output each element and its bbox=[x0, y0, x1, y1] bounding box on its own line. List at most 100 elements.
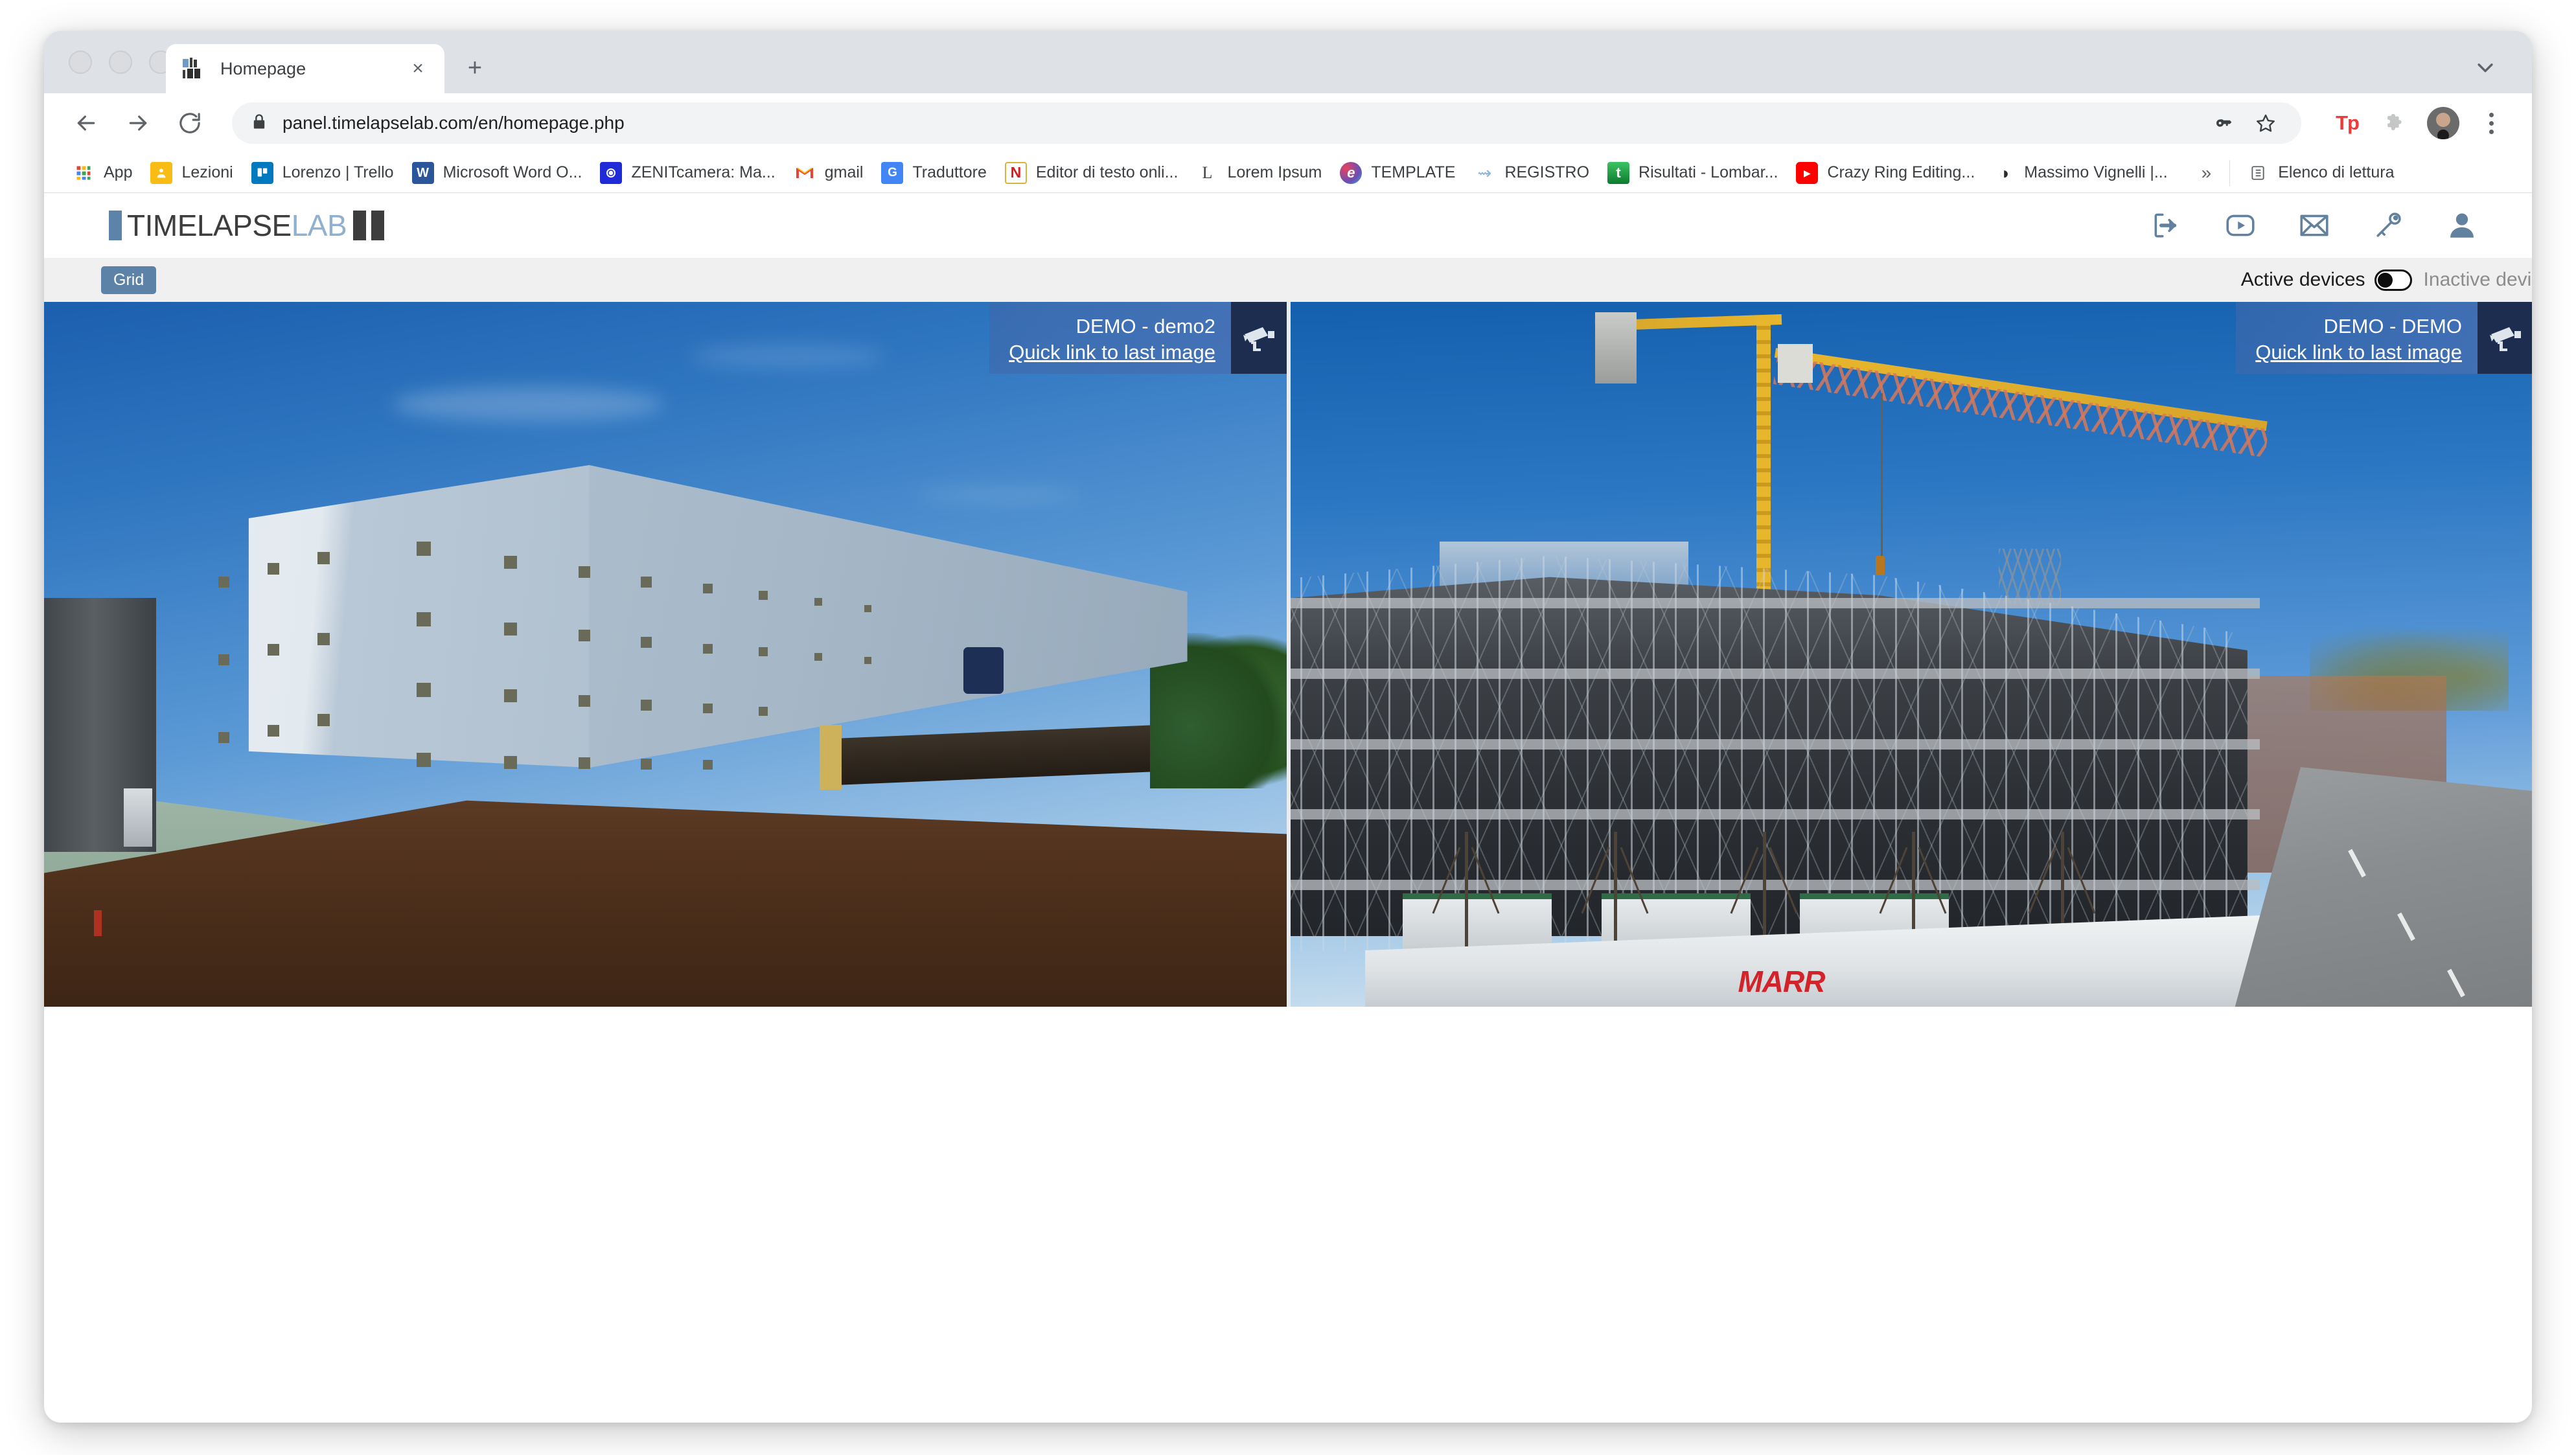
user-account-icon[interactable] bbox=[2444, 207, 2480, 244]
bookmark-app[interactable]: App bbox=[63, 157, 141, 189]
bookmark-label: TEMPLATE bbox=[1371, 163, 1456, 181]
bookmark-microsoft-word[interactable]: W Microsoft Word O... bbox=[403, 157, 592, 189]
bookmark-zenitcamera[interactable]: ZENITcamera: Ma... bbox=[591, 157, 784, 189]
bookmark-trello[interactable]: Lorenzo | Trello bbox=[242, 157, 403, 189]
cctv-camera-icon[interactable] bbox=[2478, 302, 2532, 374]
classroom-icon bbox=[150, 161, 173, 184]
bookmark-label: App bbox=[104, 163, 133, 181]
video-player-icon[interactable] bbox=[2222, 207, 2259, 244]
back-arrow-icon[interactable] bbox=[66, 103, 106, 143]
inactive-devices-label: Inactive devices bbox=[2423, 269, 2532, 290]
zenitcamera-icon bbox=[600, 161, 623, 184]
logout-icon[interactable] bbox=[2148, 207, 2185, 244]
reading-list-icon bbox=[2247, 162, 2269, 184]
lock-icon bbox=[250, 113, 268, 134]
cctv-camera-icon[interactable] bbox=[1231, 302, 1287, 374]
google-translate-icon: G bbox=[881, 161, 904, 184]
trello-icon bbox=[251, 161, 273, 184]
gmail-icon bbox=[794, 162, 816, 184]
bookmarks-overflow-button[interactable]: » bbox=[2191, 163, 2222, 183]
reading-list-label: Elenco di lettura bbox=[2278, 163, 2395, 181]
registro-icon: ⇝ bbox=[1477, 163, 1492, 183]
marr-sign-text: MARR bbox=[1738, 965, 1825, 998]
camera-caption: DEMO - demo2 Quick link to last image bbox=[989, 302, 1231, 374]
app-header-icons bbox=[2148, 207, 2480, 244]
bookmark-lezioni[interactable]: Lezioni bbox=[141, 157, 242, 189]
extension-tp-icon[interactable]: Tp bbox=[2329, 104, 2366, 142]
tab-title: Homepage bbox=[220, 58, 306, 78]
browser-toolbar: panel.timelapselab.com/en/homepage.php T… bbox=[44, 93, 2532, 153]
bookmark-label: Editor di testo onli... bbox=[1035, 163, 1179, 181]
text-editor-icon: N bbox=[1004, 161, 1027, 184]
app-header: TIMELAPSELAB bbox=[44, 193, 2532, 258]
bookmark-risultati-lombardia[interactable]: t Risultati - Lombar... bbox=[1598, 157, 1787, 189]
toolbar-divider bbox=[2229, 159, 2231, 186]
camera-image-white-warehouse bbox=[44, 302, 1287, 1007]
key-icon[interactable] bbox=[2370, 207, 2406, 244]
logo-text-secondary: LAB bbox=[291, 209, 347, 242]
bookmark-lorem-ipsum[interactable]: L Lorem Ipsum bbox=[1187, 157, 1331, 189]
bookmark-label: Lorenzo | Trello bbox=[282, 163, 394, 181]
bookmark-traduttore[interactable]: G Traduttore bbox=[872, 157, 995, 189]
password-key-icon[interactable] bbox=[2207, 106, 2242, 141]
logo-square-dark-2 bbox=[371, 211, 385, 240]
tab-homepage[interactable]: Homepage × bbox=[166, 44, 444, 93]
tab-list: Homepage × + bbox=[166, 44, 495, 93]
device-filter-toggle[interactable] bbox=[2374, 269, 2412, 291]
omnibox-actions bbox=[2207, 106, 2283, 141]
camera-name: DEMO - demo2 bbox=[1075, 315, 1215, 338]
quick-link-to-last-image[interactable]: Quick link to last image bbox=[1009, 339, 1215, 365]
lorem-ipsum-icon: L bbox=[1202, 163, 1213, 182]
apps-grid-icon bbox=[73, 162, 95, 184]
bookmark-template[interactable]: e TEMPLATE bbox=[1331, 157, 1464, 189]
reload-icon[interactable] bbox=[170, 103, 210, 143]
browser-window: Homepage × + panel.timelapselab.com/en/h… bbox=[44, 31, 2532, 1423]
bookmark-crazy-ring-editing[interactable]: ▶ Crazy Ring Editing... bbox=[1787, 157, 1984, 189]
camera-tile[interactable]: MARR DEMO - DEMO Quick link to last imag… bbox=[1291, 302, 2532, 1007]
chevron-down-icon[interactable] bbox=[2472, 54, 2498, 80]
url-text: panel.timelapselab.com/en/homepage.php bbox=[282, 113, 625, 133]
close-window-button[interactable] bbox=[69, 51, 92, 74]
word-icon: W bbox=[411, 161, 434, 184]
grid-view-button[interactable]: Grid bbox=[101, 266, 157, 294]
bookmark-massimo-vignelli[interactable]: ◑ Massimo Vignelli |... bbox=[1984, 157, 2176, 189]
profile-avatar[interactable] bbox=[2424, 104, 2462, 142]
window-traffic-lights bbox=[69, 51, 172, 74]
camera-image-construction-site: MARR bbox=[1291, 302, 2532, 1007]
camera-tile[interactable]: DEMO - demo2 Quick link to last image bbox=[44, 302, 1287, 1007]
three-dot-menu-icon[interactable] bbox=[2472, 104, 2510, 142]
address-bar[interactable]: panel.timelapselab.com/en/homepage.php bbox=[232, 102, 2301, 144]
forward-arrow-icon[interactable] bbox=[118, 103, 158, 143]
camera-overlay: DEMO - demo2 Quick link to last image bbox=[989, 302, 1287, 374]
bookmarks-bar: App Lezioni Lorenzo | Trello W Microsoft… bbox=[44, 153, 2532, 193]
bookmark-star-icon[interactable] bbox=[2248, 106, 2283, 141]
bookmark-label: REGISTRO bbox=[1504, 163, 1590, 181]
camera-overlay: DEMO - DEMO Quick link to last image bbox=[2236, 302, 2532, 374]
bookmark-registro[interactable]: ⇝ REGISTRO bbox=[1464, 157, 1598, 189]
close-icon[interactable]: × bbox=[407, 59, 429, 78]
youtube-icon: ▶ bbox=[1796, 161, 1819, 184]
bookmark-gmail[interactable]: gmail bbox=[785, 157, 873, 189]
minimize-window-button[interactable] bbox=[109, 51, 132, 74]
bookmark-label: Massimo Vignelli |... bbox=[2024, 163, 2168, 181]
logo-text-primary: TIMELAPSE bbox=[127, 209, 292, 242]
page-content: TIMELAPSELAB Grid Active devices Inactiv… bbox=[44, 193, 2532, 1423]
reading-list-button[interactable]: Elenco di lettura bbox=[2238, 162, 2403, 184]
extensions-puzzle-icon[interactable] bbox=[2376, 104, 2414, 142]
new-tab-button[interactable]: + bbox=[455, 48, 495, 88]
mail-envelope-icon[interactable] bbox=[2296, 207, 2332, 244]
bookmark-label: gmail bbox=[824, 163, 864, 181]
camera-grid: DEMO - demo2 Quick link to last image MA… bbox=[44, 302, 2532, 1007]
tab-strip: Homepage × + bbox=[44, 31, 2532, 93]
camera-caption: DEMO - DEMO Quick link to last image bbox=[2236, 302, 2478, 374]
bookmark-label: Crazy Ring Editing... bbox=[1827, 163, 1975, 181]
controls-bar: Grid Active devices Inactive devices bbox=[44, 258, 2532, 302]
bookmark-editor-testo[interactable]: N Editor di testo onli... bbox=[996, 157, 1188, 189]
quick-link-to-last-image[interactable]: Quick link to last image bbox=[2255, 339, 2462, 365]
camera-name: DEMO - DEMO bbox=[2323, 315, 2462, 338]
timelapselab-favicon-icon bbox=[181, 56, 206, 81]
brand-logo[interactable]: TIMELAPSELAB bbox=[109, 209, 385, 242]
tuttocampo-icon: t bbox=[1607, 161, 1630, 184]
active-devices-label: Active devices bbox=[2240, 269, 2365, 290]
bookmark-label: Lorem Ipsum bbox=[1227, 163, 1322, 181]
